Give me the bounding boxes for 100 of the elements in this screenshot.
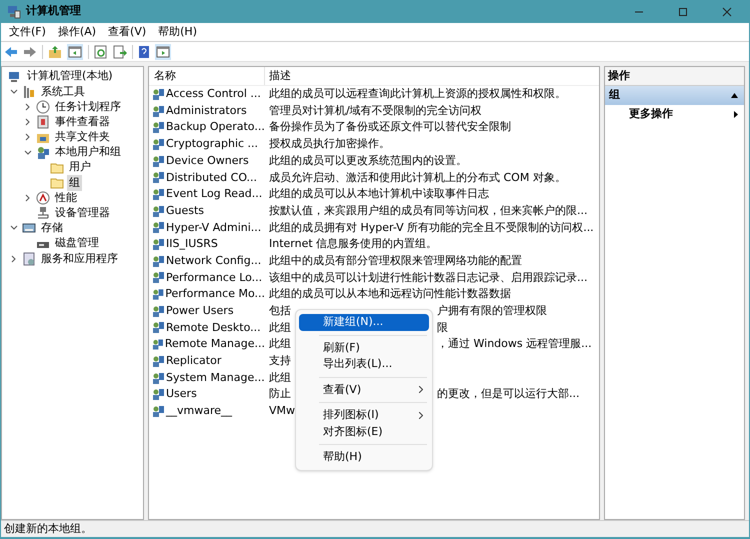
table-cell-text: 此组	[269, 320, 291, 336]
group-icon	[152, 88, 165, 101]
back-icon[interactable]	[4, 46, 18, 58]
group-icon	[152, 121, 165, 134]
chevron-down-icon[interactable]	[10, 88, 18, 95]
menu-item[interactable]: 帮助(H)	[154, 24, 201, 40]
collapse-icon	[731, 93, 738, 98]
table-cell[interactable]: Device Owners	[166, 152, 249, 170]
table-cell[interactable]: Administrators	[166, 102, 247, 120]
section-title: 组	[609, 87, 620, 104]
chevron-right-icon[interactable]	[25, 133, 31, 142]
group-icon	[152, 188, 165, 201]
group-icon	[152, 138, 165, 151]
table-cell-text: 限	[437, 320, 448, 336]
tree-item[interactable]: 系统工具	[39, 84, 87, 100]
export-icon[interactable]	[113, 44, 127, 58]
tree-item[interactable]: 用户	[67, 159, 93, 176]
group-icon	[152, 372, 165, 385]
forward-icon[interactable]	[23, 46, 37, 58]
table-cell[interactable]: Replicator	[166, 353, 222, 370]
group-icon	[152, 254, 165, 268]
tree-item[interactable]: 存储	[39, 220, 65, 237]
table-cell[interactable]: __vmware__	[166, 403, 232, 420]
tree-item[interactable]: 事件查看器	[53, 114, 112, 130]
group-icon	[152, 288, 164, 302]
table-cell-text: 支持	[269, 353, 291, 370]
node-icon	[36, 115, 50, 130]
table-cell[interactable]: Event Log Read...	[166, 186, 262, 203]
tree-item[interactable]: 服务和应用程序	[39, 250, 120, 268]
chevron-right-icon	[419, 386, 423, 394]
group-icon	[152, 238, 165, 252]
menu-item[interactable]: 查看(V)	[299, 382, 429, 398]
table-cell-text: ，通过 Windows 远程管理服...	[437, 336, 592, 352]
node-icon	[36, 146, 50, 160]
tree-item[interactable]: 共享文件夹	[53, 129, 112, 146]
tree-item[interactable]: 任务计划程序	[53, 98, 123, 116]
table-cell[interactable]: Cryptographic ...	[166, 136, 258, 153]
close-icon[interactable]	[722, 6, 732, 16]
table-cell[interactable]: Remote Deskto...	[166, 320, 261, 336]
chevron-right-icon[interactable]	[25, 118, 31, 126]
section-header[interactable]: 组	[605, 86, 744, 105]
help-icon[interactable]	[138, 44, 150, 58]
tree-item[interactable]: 计算机管理(本地)	[25, 68, 115, 85]
chevron-down-icon[interactable]	[10, 225, 18, 232]
group-icon	[152, 221, 165, 234]
tree-item[interactable]: 组	[67, 174, 82, 192]
node-icon	[8, 70, 22, 84]
table-cell[interactable]: Power Users	[166, 303, 234, 320]
table-cell[interactable]: Performance Lo...	[166, 270, 262, 286]
maximize-icon[interactable]	[678, 6, 688, 16]
table-cell[interactable]: Hyper-V Admini...	[166, 220, 262, 236]
column-header[interactable]: 描述	[265, 67, 599, 85]
pane-toggle-icon[interactable]	[67, 44, 83, 60]
action-link[interactable]: 更多操作	[605, 105, 744, 123]
menu-item[interactable]: 排列图标(I)	[299, 407, 429, 424]
group-icon	[152, 388, 165, 402]
menu-item[interactable]: 刷新(F)	[299, 340, 429, 356]
table-cell[interactable]: IIS_IUSRS	[166, 236, 218, 253]
refresh-icon[interactable]	[94, 44, 108, 58]
table-cell[interactable]: Remote Manage...	[164, 336, 265, 353]
table-cell-text: 此组中的成员有部分管理权限来管理网络功能的配置	[269, 252, 522, 269]
action-pane-icon[interactable]	[155, 44, 171, 60]
group-icon	[152, 154, 165, 168]
chevron-down-icon[interactable]	[24, 150, 32, 156]
table-cell-text: 的更改，但是可以运行大部...	[437, 386, 580, 402]
table-cell[interactable]: System Manage...	[166, 370, 265, 386]
group-icon	[152, 304, 165, 318]
menu-item[interactable]: 文件(F)	[5, 24, 50, 40]
node-icon	[22, 221, 36, 236]
menu-item[interactable]: 查看(V)	[104, 24, 150, 40]
menu-item[interactable]: 操作(A)	[54, 24, 100, 40]
tree-item[interactable]: 性能	[53, 190, 79, 206]
table-cell[interactable]: Backup Operato...	[166, 119, 265, 136]
menu-item[interactable]: 新建组(N)...	[299, 314, 429, 330]
table-cell[interactable]: Guests	[166, 202, 204, 220]
app-icon	[7, 4, 21, 18]
table-cell-text: 户拥有有限的管理权限	[437, 303, 547, 320]
table-cell[interactable]: Distributed CO...	[166, 170, 258, 186]
table-cell[interactable]: Performance Mo...	[165, 286, 265, 303]
tree-item[interactable]: 设备管理器	[53, 205, 112, 222]
tree-item[interactable]: 磁盘管理	[53, 235, 101, 252]
table-cell[interactable]: Access Control ...	[166, 86, 261, 103]
table-cell-text: 该组中的成员可以计划进行性能计数器日志记录、启用跟踪记录...	[269, 270, 588, 286]
group-icon	[152, 404, 165, 418]
chevron-right-icon[interactable]	[25, 194, 31, 202]
folder-icon	[50, 176, 64, 190]
tree-item[interactable]: 本地用户和组	[53, 144, 123, 161]
column-header[interactable]: 名称	[149, 67, 265, 85]
table-cell[interactable]: Network Config...	[166, 252, 262, 270]
table-cell[interactable]: Users	[166, 386, 197, 403]
table-cell-text: 备份操作员为了备份或还原文件可以替代安全限制	[269, 119, 511, 136]
menu-item[interactable]: 对齐图标(E)	[299, 424, 429, 440]
folder-up-icon[interactable]	[48, 44, 62, 58]
chevron-right-icon[interactable]	[11, 254, 17, 263]
window-title: 计算机管理	[26, 3, 81, 20]
table-cell-text: 按默认值，来宾跟用户组的成员有同等访问权，但来宾帐户的限...	[269, 202, 588, 219]
table-cell-text: 此组的成员可以从本地计算机中读取事件日志	[269, 186, 489, 202]
menu-item[interactable]: 帮助(H)	[299, 449, 429, 466]
chevron-right-icon[interactable]	[25, 102, 31, 111]
menu-item[interactable]: 导出列表(L)...	[299, 356, 429, 372]
